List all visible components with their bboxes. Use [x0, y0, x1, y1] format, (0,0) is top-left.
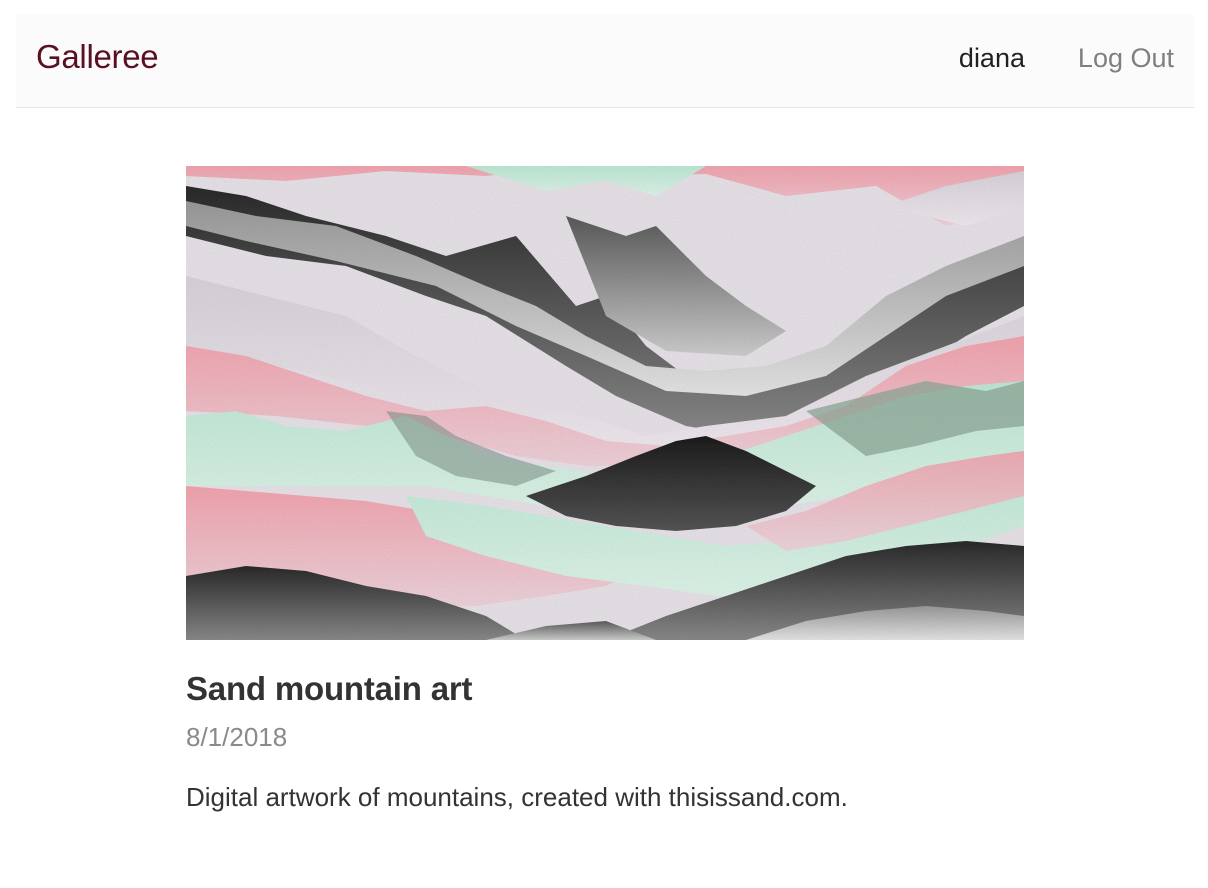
- post-description: Digital artwork of mountains, created wi…: [186, 782, 848, 812]
- post-date: 8/1/2018: [186, 722, 288, 752]
- logout-link[interactable]: Log Out: [1078, 43, 1174, 74]
- username-label: diana: [958, 43, 1025, 73]
- brand-link[interactable]: Galleree: [36, 38, 159, 76]
- artwork-image[interactable]: [186, 166, 1024, 640]
- navbar: Galleree diana Log Out: [16, 14, 1194, 108]
- post-title: Sand mountain art: [186, 670, 473, 707]
